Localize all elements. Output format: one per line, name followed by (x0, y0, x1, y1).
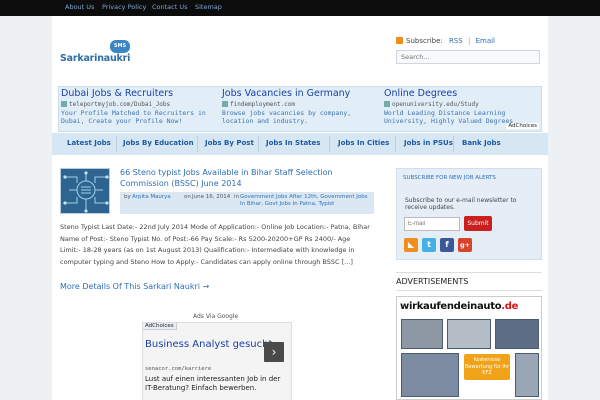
subscribe-label: Subscribe: (406, 37, 443, 45)
banner-ad-url: findemployment.com (230, 101, 296, 108)
post-title-link[interactable]: 66 Steno typist Jobs Available in Bihar … (120, 167, 380, 189)
subscribe-rss-link[interactable]: RSS (449, 37, 463, 45)
google-ad-title[interactable]: Business Analyst gesucht (145, 339, 272, 351)
nav-jobs-by-education[interactable]: Jobs By Education (123, 139, 194, 147)
rss-icon (396, 37, 403, 44)
banner-ad-title[interactable]: Online Degrees (384, 88, 534, 99)
car-ad-brand: wirkaufendeinauto.de (400, 301, 519, 312)
site-logo[interactable]: Sarkarinaukri SMS (60, 40, 132, 70)
google-ad-url: senacor.com/karriere (145, 366, 212, 372)
nav-jobs-by-post[interactable]: Jobs By Post (205, 139, 254, 147)
banner-ad-title[interactable]: Jobs Vacancies in Germany (222, 88, 382, 99)
post-excerpt: Steno Typist Last Date:- 22nd July 2014 … (60, 223, 370, 266)
newsletter-email-field[interactable] (404, 217, 460, 231)
text-ad-banner: Dubai Jobs & Recruiters teleportmyjob.co… (58, 86, 542, 132)
ads-via-google-label: Ads Via Google (193, 313, 239, 320)
topnav-about-us[interactable]: About Us (65, 3, 94, 11)
twitter-icon[interactable]: t (422, 238, 436, 252)
sms-badge-icon: SMS (110, 40, 130, 53)
car-ad-badge: Kostenlose Bewertung für Ihr KFZ (464, 354, 510, 380)
car-photo-icon (515, 353, 539, 397)
post-author-link[interactable]: Arpita Maurya (132, 194, 171, 201)
post-date: June 16, 2014 (192, 194, 231, 200)
rss-icon[interactable]: ◣ (404, 238, 418, 252)
main-nav: Latest Jobs Jobs By Education Jobs By Po… (52, 133, 548, 155)
topnav-privacy-policy[interactable]: Privacy Policy (102, 3, 146, 11)
car-photo-icon (401, 319, 443, 349)
subscribe-email-link[interactable]: Email (476, 37, 495, 45)
banner-ad-url: openuniversity.edu/Study (392, 101, 479, 108)
meta-on-label: on (184, 194, 191, 200)
meta-by-label: by (124, 194, 131, 200)
circuit-image-icon (61, 169, 109, 213)
banner-ad-desc: Your Profile Matched to Recruiters in Du… (61, 109, 206, 125)
google-plus-icon[interactable]: g+ (458, 238, 472, 252)
newsletter-submit-button[interactable]: Submit (464, 216, 492, 231)
newsletter-text: Subscribe to our e-mail newsletter to re… (405, 197, 517, 211)
top-bar: About Us Privacy Policy Contact Us Sitem… (0, 0, 600, 16)
more-details-link[interactable]: More Details Of This Sarkari Naukri → (60, 282, 209, 291)
logo-text: Sarkarinaukri (60, 53, 131, 64)
post-meta: by Arpita Maurya on June 16, 2014 in Gov… (120, 192, 374, 214)
facebook-icon[interactable]: f (440, 238, 454, 252)
subscribe-separator: | (467, 37, 471, 45)
banner-ad-2[interactable]: Jobs Vacancies in Germany findemployment… (222, 88, 382, 125)
car-ad-banner[interactable]: wirkaufendeinauto.de Kostenlose Bewertun… (396, 296, 542, 400)
subscribe-links: Subscribe: RSS | Email (396, 37, 495, 45)
google-ad-box[interactable]: AdChoices Business Analyst gesucht › sen… (142, 322, 292, 400)
nav-jobs-in-psus[interactable]: Jobs in PSUs (404, 139, 453, 147)
post-categories-links[interactable]: Government Jobs After 12th, Government J… (240, 194, 370, 214)
topnav-contact-us[interactable]: Contact Us (152, 3, 188, 11)
nav-jobs-in-states[interactable]: Jobs In States (266, 139, 320, 147)
topnav-sitemap[interactable]: Sitemap (195, 3, 222, 11)
adchoices-badge[interactable]: AdChoices (506, 123, 539, 129)
chevron-right-icon[interactable]: › (264, 342, 284, 362)
search-input[interactable] (396, 50, 540, 64)
banner-ad-desc: Browse jobs vacancies by company, locati… (222, 109, 352, 125)
google-ad-desc: Lust auf einen interessanten Job in der … (145, 375, 281, 392)
nav-jobs-in-cities[interactable]: Jobs In Cities (338, 139, 389, 147)
car-photo-icon (401, 353, 459, 397)
favicon-icon (384, 101, 390, 107)
adchoices-badge[interactable]: AdChoices (143, 323, 177, 330)
newsletter-heading: SUBSCRIBE FOR NEW JOB ALERTS (403, 175, 496, 181)
banner-ad-3[interactable]: Online Degrees openuniversity.edu/Study … (384, 88, 534, 125)
banner-ad-1[interactable]: Dubai Jobs & Recruiters teleportmyjob.co… (61, 88, 221, 125)
banner-ad-url: teleportmyjob.com/Dubai_Jobs (69, 101, 171, 108)
meta-in-label: in (234, 194, 240, 200)
car-photo-icon (495, 319, 539, 349)
banner-ad-title[interactable]: Dubai Jobs & Recruiters (61, 88, 221, 99)
nav-bank-jobs[interactable]: Bank Jobs (462, 139, 501, 147)
favicon-icon (61, 101, 67, 107)
post-thumbnail[interactable] (60, 168, 110, 214)
favicon-icon (222, 101, 228, 107)
nav-latest-jobs[interactable]: Latest Jobs (67, 139, 111, 147)
car-photo-icon (447, 319, 491, 349)
advertisements-heading: ADVERTISEMENTS (396, 277, 469, 286)
